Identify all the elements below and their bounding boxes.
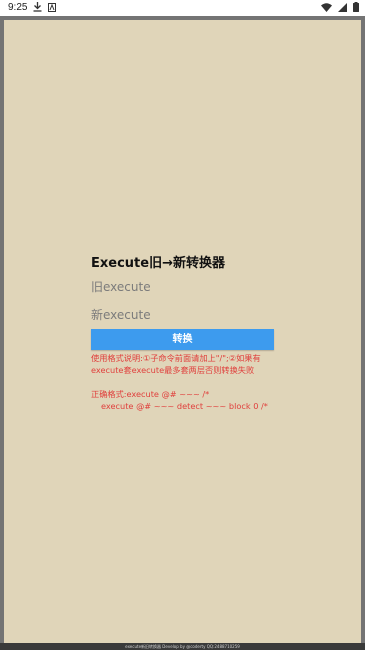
page-title: Execute旧→新转换器 <box>91 256 225 271</box>
convert-button[interactable]: 转换 <box>91 329 274 350</box>
status-bar: 9:25 <box>0 0 365 16</box>
help-line-3: 正确格式:execute @# ~~~ /* <box>91 389 210 399</box>
usage-instructions: 使用格式说明:①子命令前面请加上"/";②如果有 execute套execute… <box>91 352 274 412</box>
battery-icon <box>353 2 359 15</box>
footer-credit: execute新旧转换器 Develop by @coderty QQ:2488… <box>0 643 365 650</box>
status-notification-icons <box>33 2 56 15</box>
download-icon <box>33 2 42 15</box>
old-execute-input[interactable] <box>91 280 274 294</box>
status-system-icons <box>321 2 359 15</box>
help-line-2: execute套execute最多套两层否则转换失败 <box>91 365 255 375</box>
signal-icon <box>338 2 347 15</box>
help-spacer <box>91 376 274 388</box>
wifi-icon <box>321 2 332 15</box>
status-time: 9:25 <box>8 2 28 13</box>
window-right-border <box>361 16 365 650</box>
help-line-1: 使用格式说明:①子命令前面请加上"/";②如果有 <box>91 353 261 363</box>
window-top-border <box>0 16 365 20</box>
converter-panel: Execute旧→新转换器 转换 使用格式说明:①子命令前面请加上"/";②如果… <box>91 254 274 412</box>
app-notification-icon <box>48 2 56 15</box>
help-line-4: execute @# ~~~ detect ~~~ block 0 /* <box>101 401 268 411</box>
window-left-border <box>0 16 4 650</box>
new-execute-input[interactable] <box>91 308 274 322</box>
